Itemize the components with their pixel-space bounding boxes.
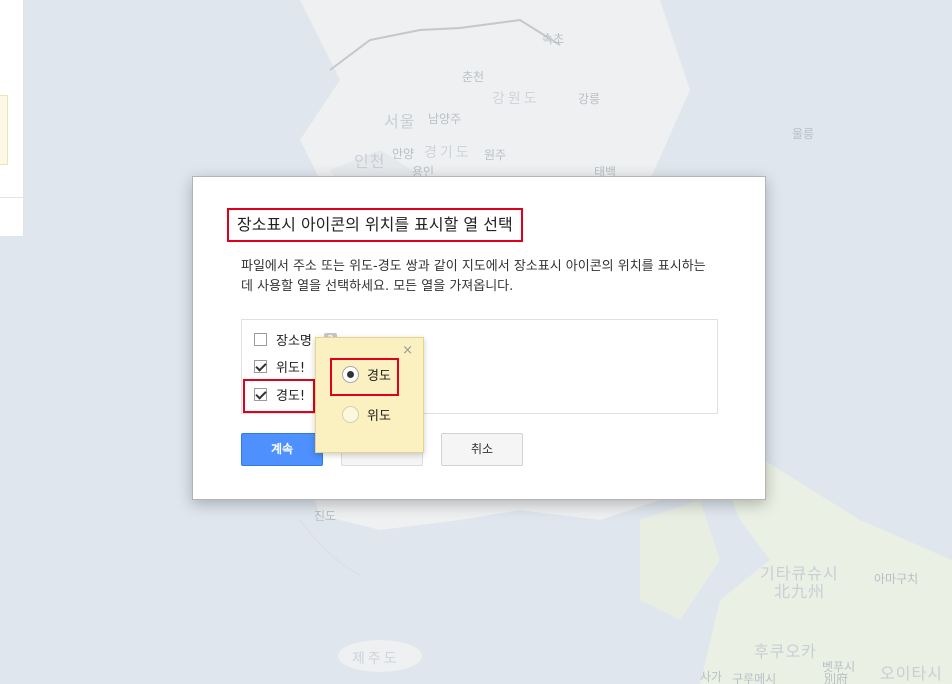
- checkbox-latitude[interactable]: [254, 359, 267, 373]
- column-row-latitude[interactable]: 위도!: [254, 356, 305, 376]
- panel-divider: [0, 197, 24, 198]
- map-label-ulleung: 울릉: [792, 127, 815, 141]
- map-label-beppu-jp: 別府: [824, 672, 849, 684]
- column-label: 위도!: [276, 360, 306, 376]
- checkbox-place-name[interactable]: [254, 332, 267, 346]
- left-side-panel: [0, 0, 24, 236]
- map-label-sokcho: 속초: [542, 32, 565, 46]
- dialog-title: 장소표시 아이콘의 위치를 표시할 열 선택: [227, 208, 523, 242]
- map-label-oita: 오이타시: [880, 664, 943, 683]
- cancel-button[interactable]: 취소: [441, 433, 523, 466]
- map-label-kitakyushu-jp: 北九州: [774, 582, 826, 601]
- map-label-namyangju: 남양주: [428, 112, 462, 126]
- map-label-incheon: 인천: [354, 152, 386, 171]
- coordinate-type-popover: × 경도 위도: [315, 337, 424, 453]
- map-label-amagi: 아마구치: [874, 572, 919, 586]
- select-location-columns-dialog: 장소표시 아이콘의 위치를 표시할 열 선택 파일에서 주소 또는 위도-경도 …: [192, 176, 766, 500]
- close-icon[interactable]: ×: [402, 344, 413, 357]
- map-label-chuncheon: 춘천: [462, 70, 485, 84]
- longitude-row-highlight: [243, 379, 315, 413]
- map-label-anyang: 안양: [392, 147, 415, 161]
- panel-highlight-stripe: [0, 95, 8, 165]
- radio-label: 위도: [367, 408, 391, 424]
- map-label-gyeonggi: 경기도: [424, 145, 472, 161]
- map-label-kurume: 구루메시: [732, 672, 777, 684]
- radio-option-latitude[interactable]: 위도: [342, 404, 391, 424]
- continue-button[interactable]: 계속: [241, 433, 323, 466]
- column-label: 장소명: [276, 333, 312, 349]
- map-label-seoul: 서울: [384, 112, 416, 131]
- dialog-description: 파일에서 주소 또는 위도-경도 쌍과 같이 지도에서 장소표시 아이콘의 위치…: [241, 259, 706, 294]
- map-label-jeju: 제주도: [352, 651, 400, 667]
- map-label-fukuoka: 후쿠오카: [754, 642, 817, 661]
- map-label-wonju: 원주: [484, 148, 507, 162]
- map-label-saga: 사가: [700, 670, 723, 684]
- map-label-jindo: 진도: [314, 509, 337, 523]
- map-label-gangneung: 강릉: [578, 92, 601, 106]
- radio-latitude[interactable]: [342, 405, 359, 423]
- map-label-gangwon: 강원도: [492, 91, 540, 107]
- longitude-option-highlight: [330, 358, 399, 396]
